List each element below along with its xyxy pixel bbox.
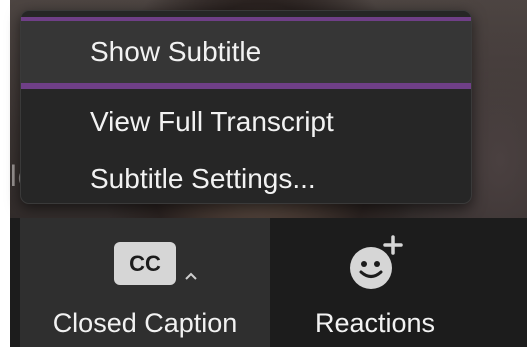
menu-item-view-full-transcript[interactable]: View Full Transcript bbox=[21, 95, 471, 149]
captions-popup-menu: Show Subtitle View Full Transcript Subti… bbox=[20, 10, 472, 204]
menu-item-subtitle-settings[interactable]: Subtitle Settings... bbox=[21, 153, 471, 205]
meeting-toolbar: CC Closed Caption Reactions bbox=[10, 218, 527, 347]
closed-caption-button[interactable]: CC Closed Caption bbox=[20, 218, 270, 347]
smiley-plus-icon bbox=[350, 235, 403, 289]
reactions-label: Reactions bbox=[314, 308, 436, 338]
menu-item-label: Subtitle Settings... bbox=[90, 163, 316, 194]
menu-item-show-subtitle[interactable]: Show Subtitle bbox=[21, 17, 471, 89]
menu-item-label: Show Subtitle bbox=[90, 36, 262, 67]
closed-caption-label: Closed Caption bbox=[52, 308, 238, 338]
menu-item-label: View Full Transcript bbox=[90, 106, 334, 137]
reactions-button[interactable]: Reactions bbox=[270, 218, 480, 347]
closed-caption-icon: CC bbox=[114, 242, 176, 285]
chevron-up-icon[interactable] bbox=[184, 269, 198, 283]
